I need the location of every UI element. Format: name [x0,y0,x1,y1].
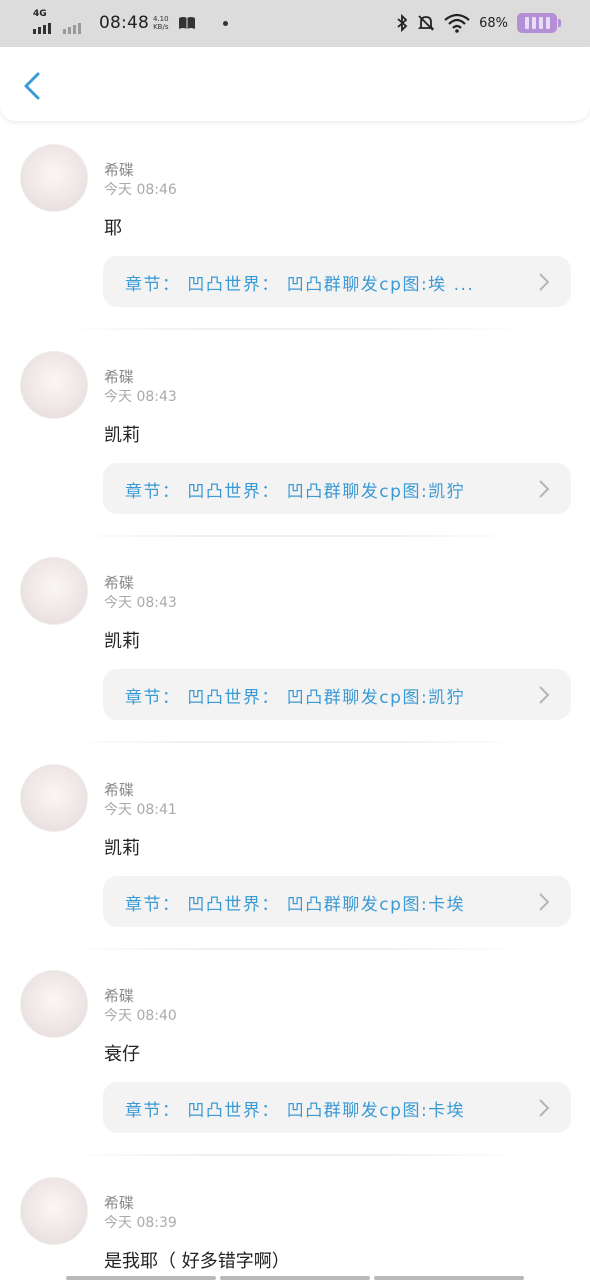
chapter-link-text: 章节： 凹凸世界： 凹凸群聊发cp图:凯狞 [125,482,466,502]
avatar[interactable] [20,351,88,419]
chapter-link-text: 章节： 凹凸世界： 凹凸群聊发cp图:卡埃 [125,895,466,915]
comment-item[interactable]: 希碟 今天 08:39 是我耶（ 好多错字啊） [0,1157,590,1280]
comment-item[interactable]: 希碟 今天 08:41 凯莉 章节： 凹凸世界： 凹凸群聊发cp图:卡埃 [0,744,590,950]
post-time: 今天 08:43 [104,389,177,405]
chapter-link-text: 章节： 凹凸世界： 凹凸群聊发cp图:卡埃 [125,1101,466,1121]
bell-muted-icon [417,15,435,31]
battery-icon [517,13,561,33]
battery-percent: 68% [479,15,508,31]
user-name[interactable]: 希碟 [104,159,134,180]
comment-text: 耶 [104,218,122,239]
post-time: 今天 08:46 [104,182,177,198]
status-time: 08:48 [99,13,149,33]
chapter-link-text: 章节： 凹凸世界： 凹凸群聊发cp图:埃 ... [125,275,475,295]
divider [60,741,530,743]
chevron-right-icon [539,1099,550,1117]
back-button[interactable] [18,71,46,101]
network-type: 4G [33,9,47,19]
chevron-right-icon [539,273,550,291]
user-name[interactable]: 希碟 [104,779,134,800]
chevron-right-icon [539,893,550,911]
user-name[interactable]: 希碟 [104,366,134,387]
post-time: 今天 08:43 [104,595,177,611]
chevron-right-icon [539,686,550,704]
bottom-indicator [66,1276,524,1280]
comment-item[interactable]: 希碟 今天 08:40 衰仔 章节： 凹凸世界： 凹凸群聊发cp图:卡埃 [0,950,590,1156]
comment-item[interactable]: 希碟 今天 08:46 耶 章节： 凹凸世界： 凹凸群聊发cp图:埃 ... [0,124,590,330]
divider [60,328,530,330]
user-name[interactable]: 希碟 [104,572,134,593]
network-speed: 4.10 KB/s [153,15,169,31]
bluetooth-icon [397,14,408,32]
post-time: 今天 08:39 [104,1215,177,1231]
chapter-link[interactable]: 章节： 凹凸世界： 凹凸群聊发cp图:凯狞 [103,669,571,720]
speed-value: 4.10 [153,15,169,23]
user-name[interactable]: 希碟 [104,1192,134,1213]
avatar[interactable] [20,557,88,625]
wifi-icon [444,13,470,33]
avatar[interactable] [20,144,88,212]
chapter-link-text: 章节： 凹凸世界： 凹凸群聊发cp图:凯狞 [125,688,466,708]
user-name[interactable]: 希碟 [104,985,134,1006]
post-time: 今天 08:41 [104,802,177,818]
notification-dot-icon [222,20,228,26]
chapter-link[interactable]: 章节： 凹凸世界： 凹凸群聊发cp图:卡埃 [103,876,571,927]
book-icon [178,17,195,29]
status-bar: 4G 08:48 4.10 KB/s 68% [0,0,590,47]
post-time: 今天 08:40 [104,1008,177,1024]
chevron-right-icon [539,480,550,498]
avatar[interactable] [20,1177,88,1245]
cellular-signal-icon: 4G [33,9,63,34]
comment-text: 凯莉 [104,425,140,446]
chevron-left-icon [24,72,40,100]
comment-item[interactable]: 希碟 今天 08:43 凯莉 章节： 凹凸世界： 凹凸群聊发cp图:凯狞 [0,331,590,537]
cellular-signal-2-icon [63,12,93,34]
speed-unit: KB/s [153,23,169,31]
comment-item[interactable]: 希碟 今天 08:43 凯莉 章节： 凹凸世界： 凹凸群聊发cp图:凯狞 [0,537,590,743]
top-bar [0,47,590,121]
divider [60,1154,530,1156]
comment-text: 凯莉 [104,838,140,859]
comment-text: 是我耶（ 好多错字啊） [104,1251,290,1272]
comment-text: 衰仔 [104,1044,140,1065]
chapter-link[interactable]: 章节： 凹凸世界： 凹凸群聊发cp图:凯狞 [103,463,571,514]
chapter-link[interactable]: 章节： 凹凸世界： 凹凸群聊发cp图:卡埃 [103,1082,571,1133]
avatar[interactable] [20,970,88,1038]
avatar[interactable] [20,764,88,832]
chapter-link[interactable]: 章节： 凹凸世界： 凹凸群聊发cp图:埃 ... [103,256,571,307]
comment-text: 凯莉 [104,631,140,652]
